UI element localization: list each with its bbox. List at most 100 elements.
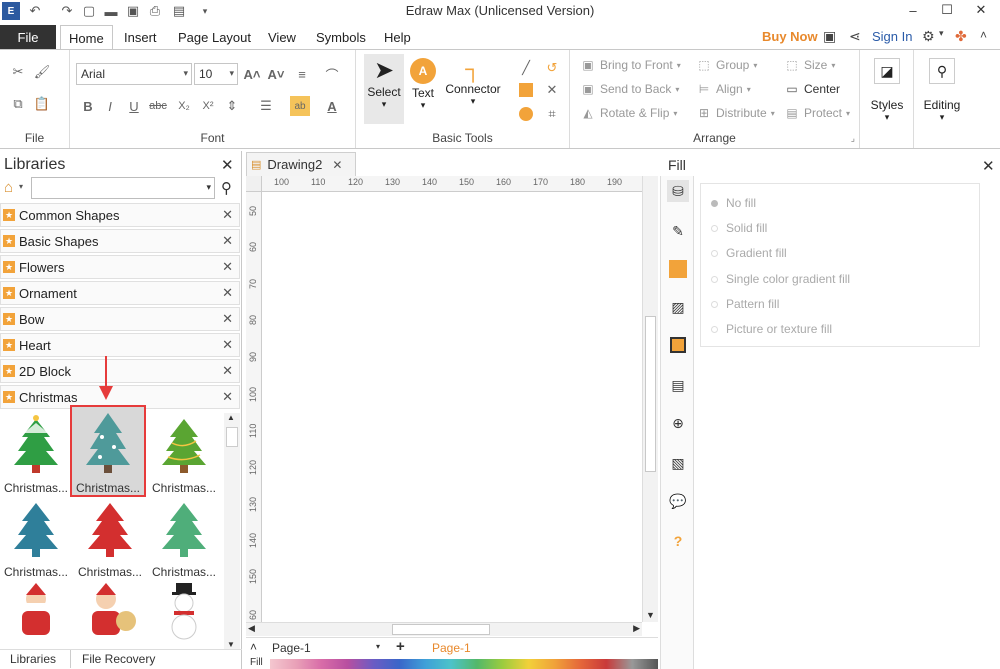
library-home-dropdown-icon[interactable]: ▾ [19,182,23,191]
font-size-select[interactable]: 10 ▾ [194,63,238,85]
settings-gear-icon[interactable]: ⚙ [922,28,935,45]
paragraph-spacing-icon[interactable]: ⇕ [222,96,242,116]
fill-option-single-color-gradient[interactable]: Single color gradient fill [711,272,850,286]
close-library-icon[interactable]: ✕ [222,389,233,405]
comment-icon[interactable]: 💬 [667,490,689,512]
radio[interactable] [711,300,718,308]
close-window-button[interactable]: ✕ [966,0,996,20]
shape-santa-claus[interactable] [0,581,72,641]
page-selector[interactable]: Page-1 [272,641,311,655]
close-tab-icon[interactable]: ✕ [332,158,342,172]
library-item-flowers[interactable]: ★ Flowers ✕ [0,255,240,279]
italic-button[interactable]: I [100,96,120,116]
shape-christmas-tree-5[interactable]: Christmas... [74,497,146,579]
close-library-icon[interactable]: ✕ [222,233,233,249]
tab-file-recovery[interactable]: File Recovery [82,652,155,666]
library-scroll-thumb[interactable] [226,427,238,447]
copy-icon[interactable]: ⧉ [8,94,28,114]
shape-snowman[interactable] [148,581,220,641]
radio-selected[interactable] [711,199,718,207]
radio[interactable] [711,325,718,333]
ribbon-collapse-icon[interactable]: ˄ [980,28,987,42]
tab-libraries[interactable]: Libraries [10,652,56,666]
share-icon[interactable]: ⋖ [849,28,861,45]
bold-button[interactable]: B [78,96,98,116]
editing-button[interactable]: ⚲ Editing ▾ [918,54,966,123]
shadow-icon[interactable] [667,258,689,280]
fill-panel-close-icon[interactable]: ✕ [982,157,995,175]
line-spacing-icon[interactable]: ⌒ [322,64,342,84]
fill-option-no-fill[interactable]: No fill [711,196,756,210]
canvas-horizontal-scrollbar[interactable]: ◀ ▶ [246,622,642,636]
tab-page-layout[interactable]: Page Layout [170,25,259,49]
page-nav-up-icon[interactable]: ˄ [250,640,257,654]
color-swatches[interactable] [270,659,658,669]
close-library-icon[interactable]: ✕ [222,311,233,327]
format-painter-icon[interactable]: 🖌 [32,62,52,82]
maximize-button[interactable]: ☐ [932,0,962,20]
arc-tool-icon[interactable]: ↺ [542,58,562,78]
tab-insert[interactable]: Insert [116,25,165,49]
canvas-vertical-scrollbar[interactable]: ▼ [642,176,658,622]
shape-santa-with-bag[interactable] [74,581,146,641]
bullet-list-icon[interactable]: ☰ [256,96,276,116]
library-item-bow[interactable]: ★ Bow ✕ [0,307,240,331]
document-tab[interactable]: ▤ Drawing2 ✕ [246,152,356,176]
attachment-icon[interactable]: ▧ [667,452,689,474]
cross-tool-icon[interactable]: ✕ [542,80,562,100]
scroll-down-icon[interactable]: ▼ [646,610,655,620]
shape-christmas-tree-2-selected[interactable]: Christmas... [70,405,146,497]
scroll-right-icon[interactable]: ▶ [633,623,640,634]
libraries-close-icon[interactable]: ✕ [221,156,234,174]
add-page-icon[interactable]: + [396,638,405,655]
fill-option-picture-texture[interactable]: Picture or texture fill [711,322,832,336]
protect-button[interactable]: ▤ Protect ▾ [784,106,850,120]
minimize-button[interactable]: – [898,0,928,20]
size-button[interactable]: ⬚ Size ▾ [784,58,835,72]
active-page-tab[interactable]: Page-1 [432,641,471,655]
center-button[interactable]: ▭ Center [784,82,840,96]
cut-icon[interactable]: ✂ [8,62,28,82]
radio[interactable] [711,275,718,283]
search-icon[interactable]: ⚲ [221,179,232,197]
tab-view[interactable]: View [260,25,304,49]
connector-tool-button[interactable]: ┐ Connector ▾ [442,54,504,107]
decrease-font-icon[interactable]: A˅ [266,64,286,84]
rotate-flip-button[interactable]: ◭ Rotate & Flip ▾ [580,106,677,120]
close-library-icon[interactable]: ✕ [222,285,233,301]
tab-symbols[interactable]: Symbols [308,25,374,49]
library-home-icon[interactable]: ⌂ [4,179,13,196]
close-library-icon[interactable]: ✕ [222,207,233,223]
group-button[interactable]: ⬚ Group ▾ [696,58,757,72]
color-palette-bar[interactable]: Fill [246,657,660,669]
fill-option-gradient[interactable]: Gradient fill [711,246,787,260]
radio[interactable] [711,224,718,232]
select-tool-button[interactable]: ➤ Select ▾ [364,54,404,124]
crop-tool-icon[interactable]: ⌗ [542,104,562,124]
scroll-left-icon[interactable]: ◀ [248,623,255,634]
settings-dropdown-icon[interactable]: ▾ [939,28,944,39]
underline-button[interactable]: U [124,96,144,116]
page-properties-icon[interactable]: ▤ [667,374,689,396]
shape-christmas-tree-6[interactable]: Christmas... [148,497,220,579]
increase-font-icon[interactable]: A˄ [242,64,262,84]
library-item-2d-block[interactable]: ★ 2D Block ✕ [0,359,240,383]
line-tool-icon[interactable]: ╱ [516,58,536,78]
library-item-common-shapes[interactable]: ★ Common Shapes ✕ [0,203,240,227]
radio[interactable] [711,249,718,257]
arrange-dialog-launcher-icon[interactable]: ⌟ [851,133,855,144]
fill-bucket-icon[interactable]: ⛁ [667,180,689,202]
library-item-basic-shapes[interactable]: ★ Basic Shapes ✕ [0,229,240,253]
rectangle-tool-icon[interactable] [516,80,536,100]
bring-to-front-button[interactable]: ▣ Bring to Front ▾ [580,58,680,72]
close-library-icon[interactable]: ✕ [222,337,233,353]
styles-button[interactable]: ◪ Styles ▾ [864,54,910,123]
tab-home[interactable]: Home [60,25,113,50]
fill-option-pattern[interactable]: Pattern fill [711,297,779,311]
page-selector-dropdown-icon[interactable]: ▾ [376,642,380,651]
layer-icon[interactable] [667,334,689,356]
hyperlink-globe-icon[interactable]: ⊕ [667,412,689,434]
paste-icon[interactable]: 📋 [32,94,52,114]
library-item-ornament[interactable]: ★ Ornament ✕ [0,281,240,305]
line-style-icon[interactable]: ✎ [667,220,689,242]
